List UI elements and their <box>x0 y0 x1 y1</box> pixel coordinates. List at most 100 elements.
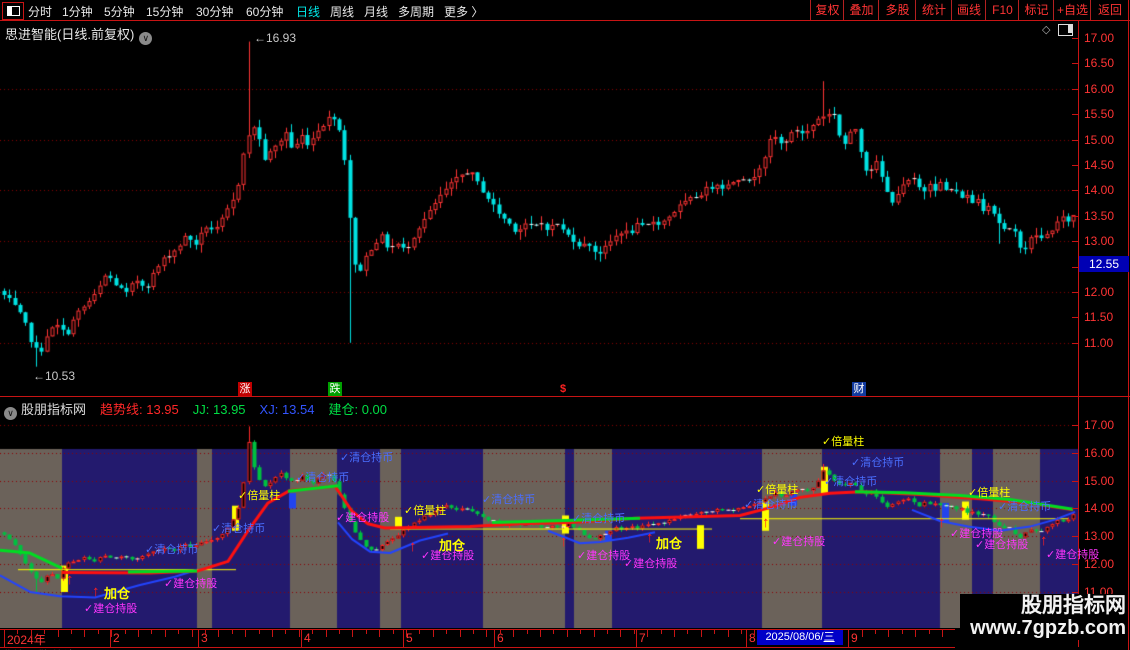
time-axis-minor-tick <box>393 629 394 634</box>
tab-period-5[interactable]: 60分钟 <box>246 3 283 20</box>
time-axis-major-tick <box>301 629 302 647</box>
indicator-values: 趋势线: 13.95 JJ: 13.95 XJ: 13.54 建仓: 0.00 <box>92 402 393 417</box>
event-marker-跌: 跌 <box>328 382 342 396</box>
time-axis-minor-tick <box>473 629 474 634</box>
buy-arrow-icon: ↑ <box>762 514 770 531</box>
time-axis-label-6: 7 <box>639 631 646 645</box>
time-axis-minor-tick <box>138 629 139 637</box>
toolbar-button-6[interactable]: 标记 <box>1018 0 1054 20</box>
main-ytick-label: 17.00 <box>1084 31 1115 45</box>
main-ytick <box>1072 88 1078 90</box>
buy-arrow-icon: ↑ <box>66 571 74 588</box>
buy-arrow-icon: ↑ <box>560 533 568 550</box>
toolbar-button-8[interactable]: 返回 <box>1090 0 1129 20</box>
tab-period-7[interactable]: 周线 <box>330 3 354 20</box>
tab-period-0[interactable]: 分时 <box>28 3 52 20</box>
time-axis-minor-tick <box>875 629 876 634</box>
toolbar-button-0[interactable]: 复权 <box>810 0 844 20</box>
toolbar-button-5[interactable]: F10 <box>985 0 1019 20</box>
right-border <box>1128 0 1129 650</box>
main-ytick-label: 16.50 <box>1084 56 1115 71</box>
time-axis-minor-tick <box>433 629 434 637</box>
window-layout-icon[interactable] <box>2 2 24 20</box>
time-axis-minor-tick <box>366 629 367 634</box>
main-price-chart[interactable] <box>0 21 1078 396</box>
time-axis-minor-tick <box>888 629 889 637</box>
ind-ytick <box>1072 536 1078 538</box>
cursor-date-badge: 2025/08/06/三 <box>757 630 843 645</box>
ind-ytick <box>1072 425 1078 426</box>
toolbar-button-4[interactable]: 画线 <box>951 0 986 20</box>
tab-period-9[interactable]: 多周期 <box>398 3 434 20</box>
main-ytick <box>1072 292 1078 293</box>
event-marker-$: $ <box>559 383 567 395</box>
time-axis-minor-tick <box>218 629 219 637</box>
time-axis-minor-tick <box>31 629 32 637</box>
tab-period-10[interactable]: 更多 〉 <box>444 3 483 20</box>
time-axis-minor-tick <box>620 629 621 637</box>
time-axis-minor-tick <box>245 629 246 637</box>
time-axis-minor-tick <box>232 629 233 634</box>
ind-ytick <box>1072 591 1078 593</box>
main-ytick <box>1072 190 1078 192</box>
tab-period-3[interactable]: 15分钟 <box>146 3 183 20</box>
signal-label-jiancang-chigu: ✓建仓持股 <box>1046 549 1100 561</box>
time-axis-minor-tick <box>165 629 166 637</box>
signal-label-qingcang-chibi: ✓清仓持币 <box>145 544 199 556</box>
indicator-chart[interactable] <box>0 416 1078 628</box>
toolbar-button-3[interactable]: 统计 <box>915 0 952 20</box>
time-axis-major-tick <box>746 629 747 647</box>
ind-ytick-label: 13.00 <box>1084 529 1115 544</box>
time-axis-minor-tick <box>553 629 554 634</box>
time-axis-label-1: 2 <box>113 631 120 645</box>
indicator-value-0: 趋势线: 13.95 <box>100 402 179 417</box>
time-axis-minor-tick <box>111 629 112 637</box>
signal-label-jiancang-chigu: ✓建仓持股 <box>577 550 631 562</box>
time-axis-minor-tick <box>674 629 675 637</box>
time-axis-minor-tick <box>272 629 273 637</box>
time-axis-minor-tick <box>567 629 568 637</box>
chevron-circle-icon[interactable]: ∨ <box>4 407 17 420</box>
main-ytick <box>1072 241 1078 243</box>
buy-arrow-icon: ↑ <box>409 538 417 555</box>
signal-label-qingcang-chibi: ✓清仓持币 <box>998 501 1052 513</box>
ind-ytick <box>1072 508 1078 510</box>
time-axis-minor-tick <box>446 629 447 634</box>
indicator-value-2: XJ: 13.54 <box>259 402 315 417</box>
time-axis-minor-tick <box>513 629 514 637</box>
time-axis-minor-tick <box>406 629 407 637</box>
main-ytick-label: 11.50 <box>1084 310 1114 325</box>
high-price-label: ←16.93 <box>254 31 297 45</box>
main-ytick <box>1072 63 1078 65</box>
toolbar-button-2[interactable]: 多股 <box>878 0 916 20</box>
main-ytick-label: 13.50 <box>1084 208 1115 223</box>
time-axis-minor-tick <box>44 629 45 634</box>
time-axis-minor-tick <box>540 629 541 637</box>
tab-period-8[interactable]: 月线 <box>364 3 388 20</box>
ind-ytick-label: 17.00 <box>1084 418 1115 432</box>
watermark: 股朋指标网 www.7gpzb.com <box>960 594 1126 640</box>
time-axis-minor-tick <box>151 629 152 634</box>
tab-period-6[interactable]: 日线 <box>296 3 320 20</box>
main-ytick-label: 11.00 <box>1084 335 1114 350</box>
time-axis-major-tick <box>403 629 404 647</box>
time-axis-minor-tick <box>741 629 742 634</box>
time-axis-minor-tick <box>259 629 260 634</box>
toolbar-button-1[interactable]: 叠加 <box>843 0 879 20</box>
signal-label-qingcang-chibi: ✓清仓持币 <box>296 472 350 484</box>
main-ytick-label: 14.00 <box>1084 183 1115 198</box>
toolbar-button-7[interactable]: +自选 <box>1053 0 1091 20</box>
time-axis-label-8: 9 <box>851 631 858 645</box>
time-axis-minor-tick <box>58 629 59 637</box>
signal-label-qingcang-chibi: ✓清仓持币 <box>572 513 626 525</box>
tab-period-4[interactable]: 30分钟 <box>196 3 233 20</box>
main-ytick <box>1072 165 1078 166</box>
time-axis-minor-tick <box>192 629 193 637</box>
time-axis-minor-tick <box>4 629 5 637</box>
time-axis-minor-tick <box>607 629 608 634</box>
signal-label-jiacang: 加仓 <box>656 536 683 551</box>
time-axis-minor-tick <box>205 629 206 634</box>
tab-period-2[interactable]: 5分钟 <box>104 3 135 20</box>
time-axis-minor-tick <box>634 629 635 634</box>
tab-period-1[interactable]: 1分钟 <box>62 3 93 20</box>
